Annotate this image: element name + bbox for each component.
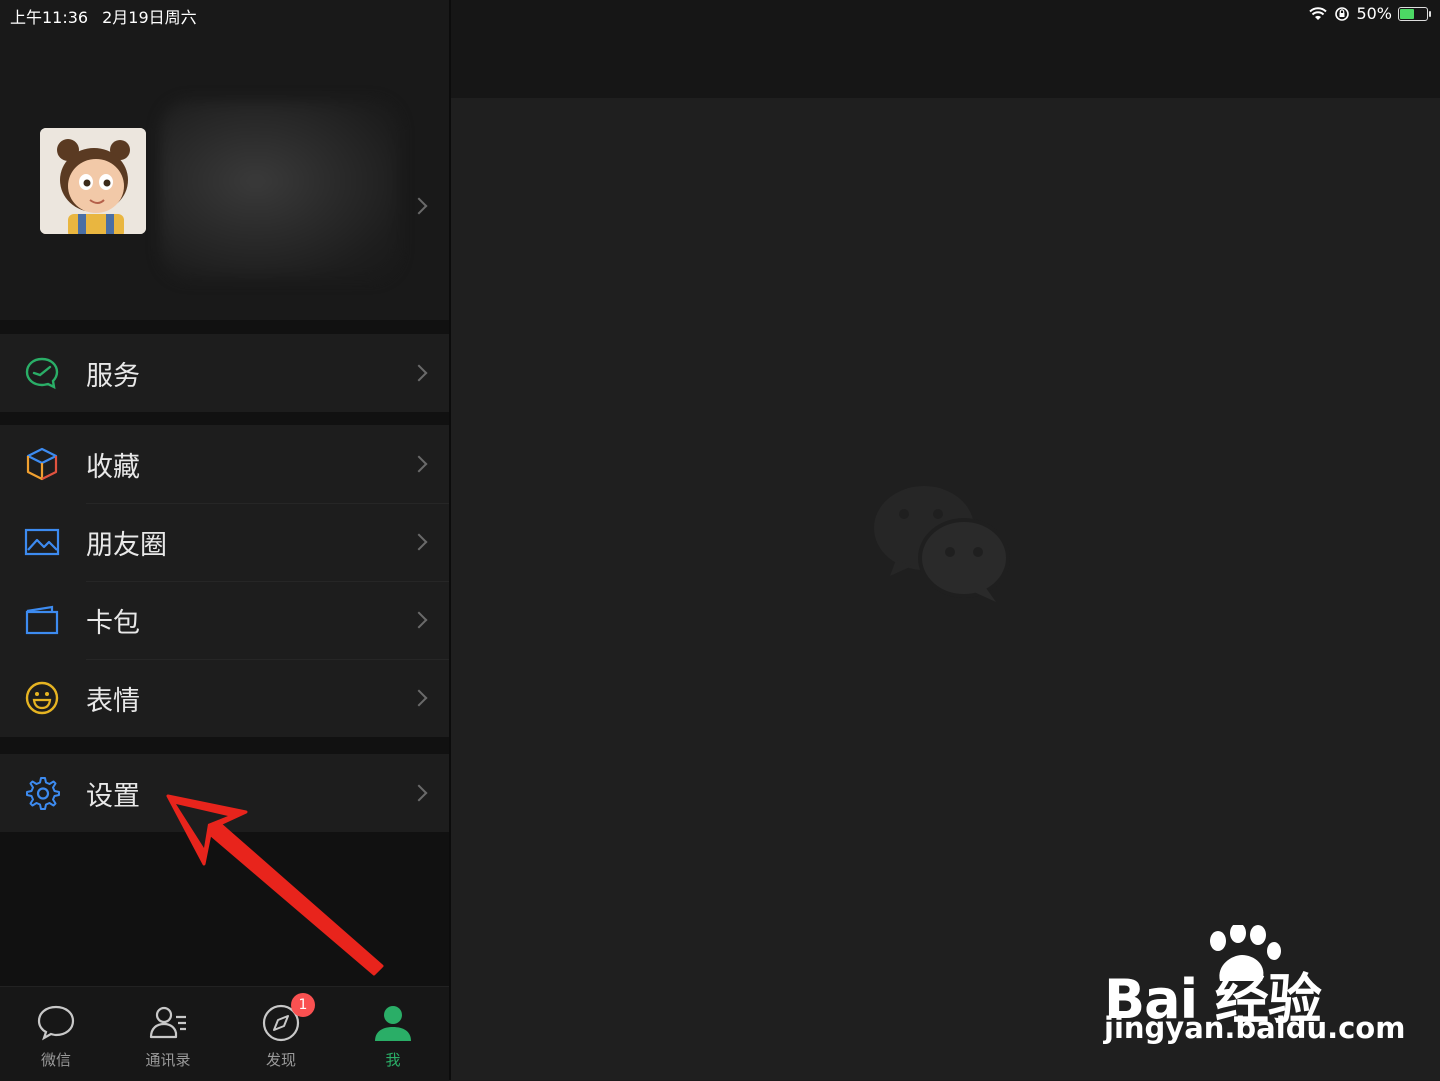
- tab-label-contacts: 通讯录: [145, 1051, 191, 1069]
- battery-icon: [1398, 6, 1431, 21]
- chevron-right-icon: [410, 364, 428, 382]
- discover-badge: 1: [291, 993, 315, 1017]
- favorites-cube-icon: [26, 447, 58, 481]
- chevron-right-icon: [410, 455, 428, 473]
- menu-group-services: 服务: [0, 334, 449, 412]
- chevron-right-icon: [410, 611, 428, 629]
- menu-item-favorites[interactable]: 收藏: [0, 425, 449, 503]
- card-wallet-icon: [25, 605, 59, 635]
- menu-label-stickers: 表情: [86, 685, 140, 717]
- status-bar: 上午11:36 2月19日周六 50%: [0, 0, 1440, 28]
- tab-chats[interactable]: 微信: [0, 987, 112, 1081]
- service-icon: [25, 357, 59, 390]
- sticker-smile-icon: [25, 681, 59, 715]
- menu-label-favorites: 收藏: [86, 451, 140, 483]
- detail-pane: [451, 0, 1440, 1080]
- tab-label-discover: 发现: [265, 1051, 296, 1069]
- baidu-jingyan-watermark: Bai 经验 jingyan.baidu.com: [1100, 925, 1405, 1055]
- chevron-right-icon: [410, 197, 428, 215]
- menu-label-moments: 朋友圈: [86, 529, 167, 561]
- menu-label-settings: 设置: [86, 780, 140, 812]
- status-left: 上午11:36 2月19日周六: [10, 4, 211, 28]
- avatar[interactable]: [40, 128, 146, 234]
- blurred-nickname: [160, 100, 400, 280]
- menu-item-moments[interactable]: 朋友圈: [0, 503, 449, 581]
- profile-card[interactable]: [0, 0, 449, 320]
- wechat-logo-icon: [874, 486, 1010, 602]
- settings-gear-icon: [26, 777, 60, 810]
- rotation-lock-icon: [1335, 6, 1350, 21]
- bottom-tab-bar: 微信 通讯录 1 发现 我: [0, 986, 449, 1081]
- menu-item-service[interactable]: 服务: [0, 334, 449, 412]
- wifi-icon: [1309, 6, 1328, 20]
- moments-picture-icon: [24, 528, 60, 556]
- status-date: 2月19日周六: [102, 8, 197, 27]
- contacts-icon: [149, 1006, 186, 1039]
- chevron-right-icon: [410, 533, 428, 551]
- chevron-right-icon: [410, 784, 428, 802]
- status-right: 50%: [1308, 4, 1431, 23]
- menu-label-service: 服务: [86, 360, 140, 392]
- chevron-right-icon: [410, 689, 428, 707]
- tab-label-chats: 微信: [40, 1051, 71, 1069]
- menu-group-main: 收藏 朋友圈 卡包 表情: [0, 425, 449, 737]
- menu-item-cards[interactable]: 卡包: [0, 581, 449, 659]
- red-annotation-arrow: [166, 794, 384, 976]
- menu-item-stickers[interactable]: 表情: [0, 659, 449, 737]
- me-person-icon: [375, 1006, 411, 1041]
- chat-bubble-icon: [37, 1005, 75, 1041]
- tab-discover[interactable]: 1 发现: [225, 987, 337, 1081]
- tab-label-me: 我: [385, 1051, 401, 1069]
- status-time: 上午11:36: [10, 8, 89, 27]
- menu-label-cards: 卡包: [86, 607, 140, 639]
- tab-me[interactable]: 我: [337, 987, 449, 1081]
- tab-contacts[interactable]: 通讯录: [112, 987, 224, 1081]
- battery-percent: 50%: [1356, 4, 1392, 23]
- watermark-line2: jingyan.baidu.com: [1104, 1011, 1406, 1045]
